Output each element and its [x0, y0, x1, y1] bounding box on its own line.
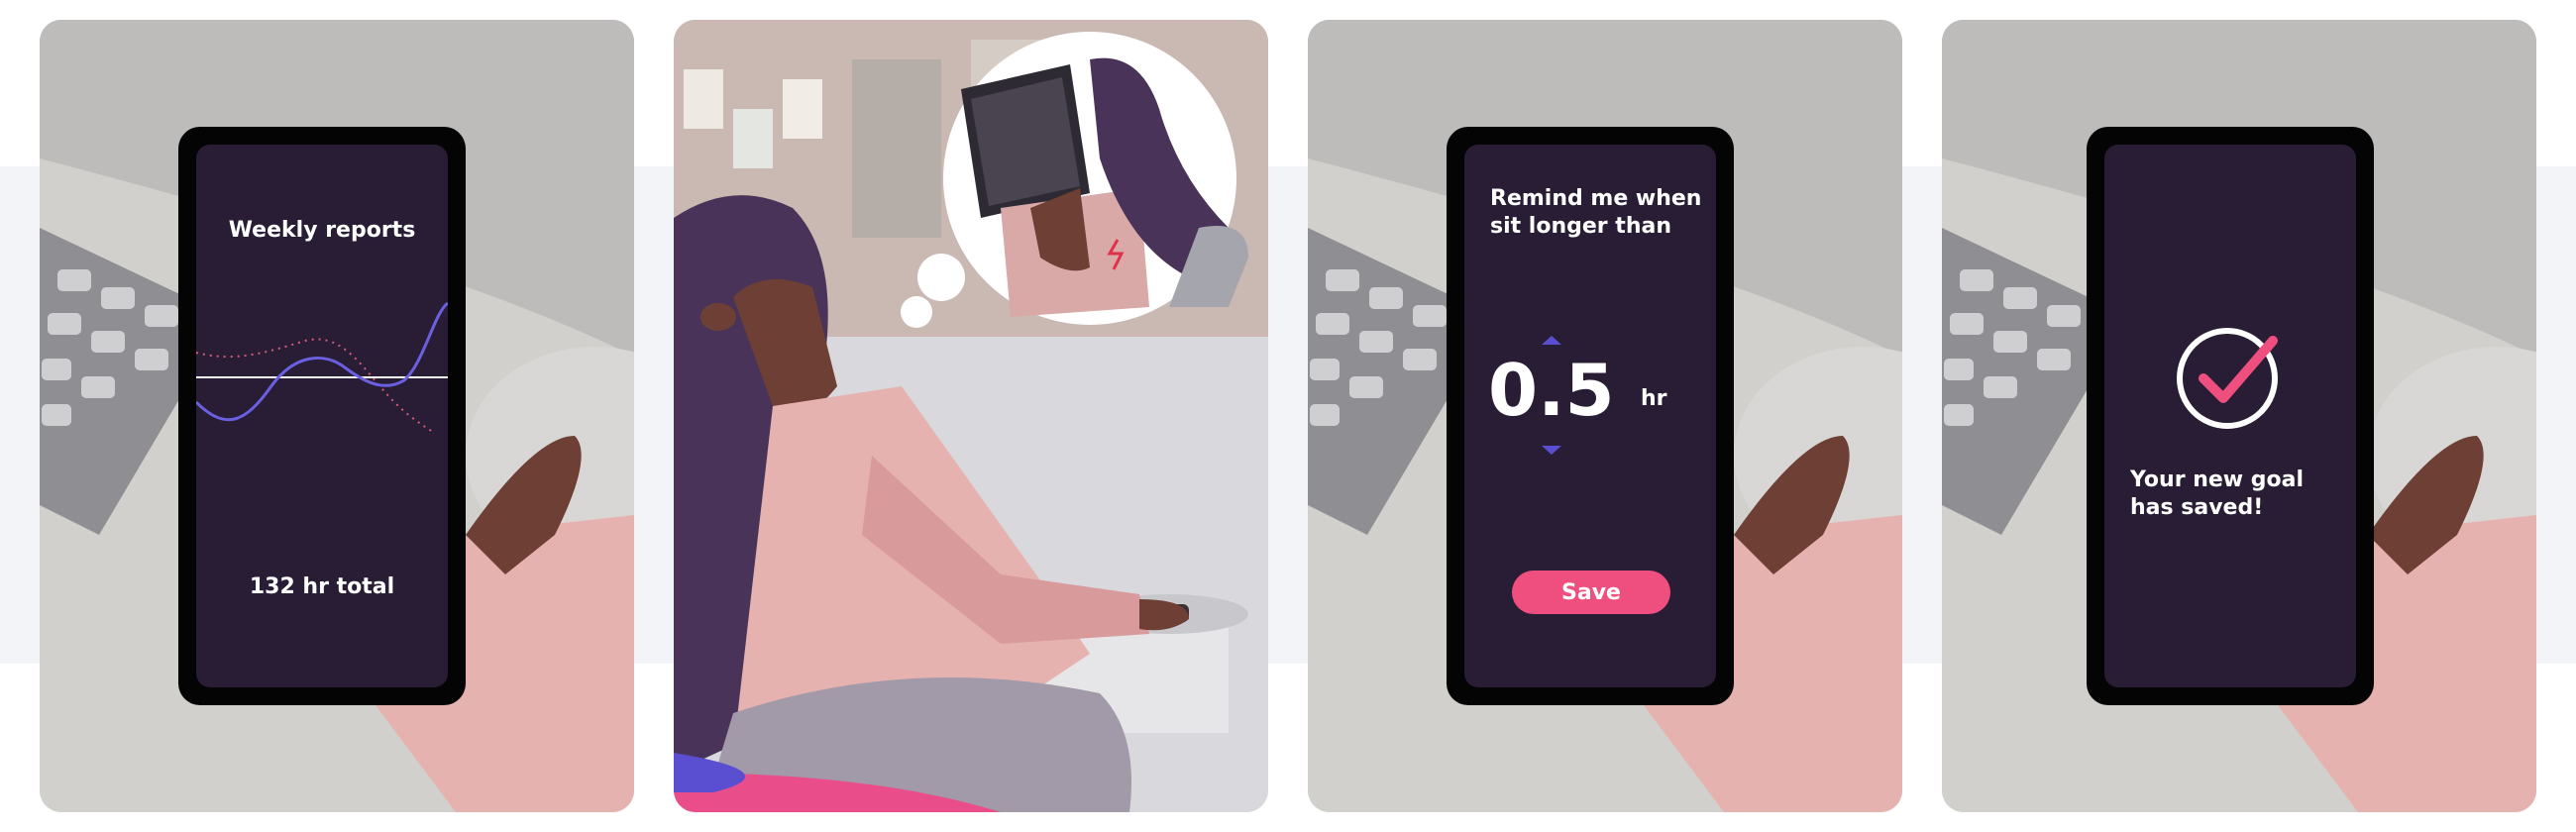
duration-unit: hr — [1641, 386, 1667, 411]
increase-arrow-icon[interactable] — [1540, 333, 1563, 347]
check-circle-icon — [2177, 328, 2278, 429]
phone: Remind me when sit longer than 0.5 hr Sa… — [1447, 127, 1734, 705]
weekly-total: 132 hr total — [249, 574, 395, 599]
card-weekly-reports: Weekly reports 132 hr total — [40, 20, 634, 812]
thinking-woman-illustration — [674, 20, 1268, 812]
duration-value[interactable]: 0.5 — [1488, 351, 1615, 430]
reminder-prompt-line1: Remind me when — [1490, 186, 1702, 211]
phone: Weekly reports 132 hr total — [178, 127, 466, 705]
phone-screen: Your new goal has saved! — [2104, 145, 2356, 687]
decrease-arrow-icon[interactable] — [1540, 444, 1563, 458]
card-goal-saved: Your new goal has saved! — [1942, 20, 2536, 812]
chart-blue-line — [196, 301, 448, 422]
phone-screen: Weekly reports 132 hr total — [196, 145, 448, 687]
card-illustration — [674, 20, 1268, 812]
weekly-reports-title: Weekly reports — [228, 218, 416, 243]
save-button[interactable]: Save — [1512, 571, 1670, 614]
reminder-prompt-line2: sit longer than — [1490, 214, 1671, 239]
phone-screen: Remind me when sit longer than 0.5 hr Sa… — [1464, 145, 1716, 687]
phone: Your new goal has saved! — [2087, 127, 2374, 705]
goal-saved-line1: Your new goal — [2130, 468, 2305, 492]
card-reminder: Remind me when sit longer than 0.5 hr Sa… — [1308, 20, 1902, 812]
goal-saved-line2: has saved! — [2130, 495, 2264, 520]
weekly-chart — [196, 301, 448, 432]
